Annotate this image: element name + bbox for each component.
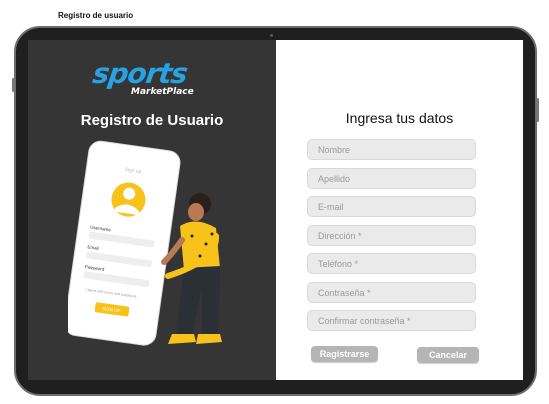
nombre-field[interactable] xyxy=(307,139,476,160)
signup-illustration: Sign up Username Email Password I agree … xyxy=(68,140,222,346)
right-panel: Ingresa tus datos Ragistrarse Cancelar xyxy=(276,40,523,380)
tablet-device: sports MarketPlace Registro de Usuario S… xyxy=(12,26,539,396)
contrasena-field[interactable] xyxy=(307,282,476,303)
apellido-field[interactable] xyxy=(307,168,476,189)
camera-dot xyxy=(270,34,273,37)
form-title: Ingresa tus datos xyxy=(345,110,454,126)
frame-label: Registro de usuario xyxy=(58,11,134,20)
brand-logo: sports MarketPlace xyxy=(90,57,223,103)
register-button[interactable]: Ragistrarse xyxy=(311,346,378,362)
direccion-field[interactable] xyxy=(307,225,476,246)
cancel-button[interactable]: Cancelar xyxy=(417,347,479,363)
left-title: Registro de Usuario xyxy=(80,112,224,129)
email-field[interactable] xyxy=(307,196,476,217)
side-button xyxy=(536,98,539,122)
telefono-field[interactable] xyxy=(307,253,476,274)
volume-button xyxy=(12,78,15,92)
left-panel: sports MarketPlace Registro de Usuario S… xyxy=(28,40,276,380)
screen: sports MarketPlace Registro de Usuario S… xyxy=(28,40,523,380)
logo-main-text: sports xyxy=(90,57,190,90)
logo-sub-text: MarketPlace xyxy=(131,87,194,97)
confirmar-contrasena-field[interactable] xyxy=(307,310,476,331)
